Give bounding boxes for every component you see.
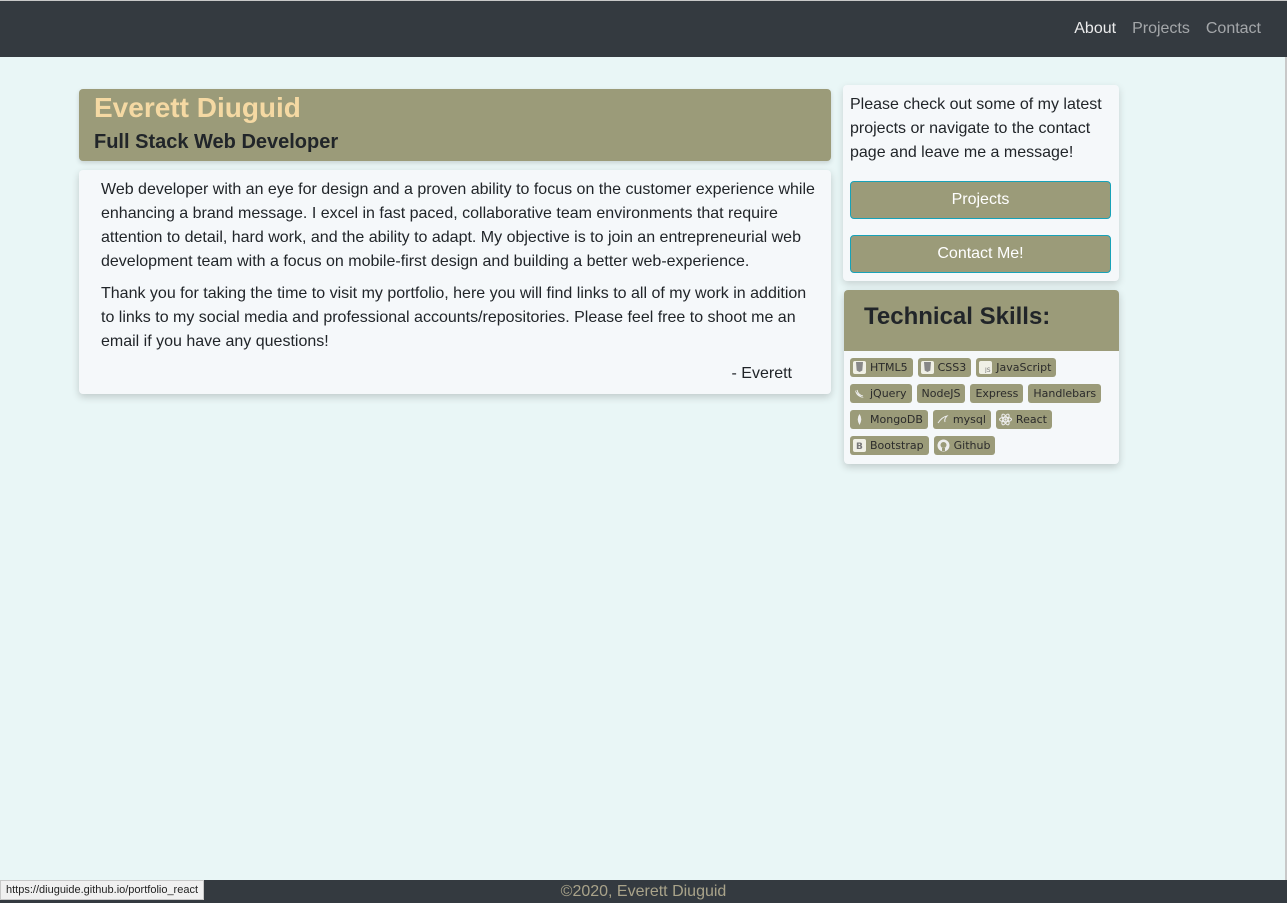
skill-badge-github: Github xyxy=(933,436,996,455)
skill-badge-css3: CSS3 xyxy=(917,358,972,377)
skill-label: Bootstrap xyxy=(870,439,924,452)
about-paragraph-1: Web developer with an eye for design and… xyxy=(101,181,815,270)
jquery-icon xyxy=(853,387,866,400)
skill-label: jQuery xyxy=(870,387,907,400)
skill-badge-jquery: jQuery xyxy=(850,384,912,403)
skill-label: React xyxy=(1015,413,1047,426)
react-icon xyxy=(998,413,1012,426)
about-card: Web developer with an eye for design and… xyxy=(79,170,831,394)
hero-name: Everett Diuguid xyxy=(94,92,301,123)
skill-badge-nodejs: NodeJS xyxy=(916,384,966,403)
skill-label: JavaScript xyxy=(996,361,1052,374)
skills-card: Technical Skills: HTML5 CSS3 JS JavaScri… xyxy=(844,290,1119,464)
projects-button[interactable]: Projects xyxy=(850,181,1111,219)
skills-header: Technical Skills: xyxy=(844,290,1119,351)
skill-label: Handlebars xyxy=(1033,387,1097,400)
mongodb-icon xyxy=(853,413,866,426)
hero-header: Everett Diuguid Full Stack Web Developer xyxy=(79,89,831,161)
mysql-icon xyxy=(936,413,949,426)
footer-text: ©2020, Everett Diuguid xyxy=(560,883,727,900)
github-icon xyxy=(937,439,950,452)
skill-badge-mysql: mysql xyxy=(932,410,991,429)
nav-link-contact[interactable]: Contact xyxy=(1206,20,1261,38)
nav-link-about[interactable]: About xyxy=(1074,20,1116,38)
skill-label: Github xyxy=(953,439,991,452)
signature: - Everett xyxy=(731,365,792,382)
css3-icon xyxy=(920,361,934,374)
svg-text:JS: JS xyxy=(984,367,991,373)
skill-label: MongoDB xyxy=(870,413,923,426)
skill-label: mysql xyxy=(952,413,986,426)
skills-list: HTML5 CSS3 JS JavaScript jQuery NodeJS E… xyxy=(844,351,1119,462)
cta-card: Please check out some of my latest proje… xyxy=(843,85,1119,281)
skill-badge-handlebars: Handlebars xyxy=(1028,384,1102,403)
navbar: About Projects Contact xyxy=(0,0,1287,57)
skill-badge-express: Express xyxy=(970,384,1024,403)
skill-badge-javascript: JS JavaScript xyxy=(976,358,1057,377)
skill-label: NodeJS xyxy=(921,387,961,400)
javascript-icon: JS xyxy=(979,361,993,374)
skill-badge-bootstrap: B Bootstrap xyxy=(850,436,929,455)
cta-text: Please check out some of my latest proje… xyxy=(850,96,1102,161)
skill-label: Express xyxy=(975,387,1019,400)
skill-badge-html5: HTML5 xyxy=(850,358,913,377)
skill-label: CSS3 xyxy=(937,361,967,374)
nav-link-projects[interactable]: Projects xyxy=(1132,20,1190,38)
skills-title: Technical Skills: xyxy=(864,303,1051,330)
about-paragraph-2: Thank you for taking the time to visit m… xyxy=(101,285,807,350)
skill-label: HTML5 xyxy=(870,361,908,374)
bootstrap-icon: B xyxy=(853,439,866,452)
html5-icon xyxy=(853,361,866,374)
skill-badge-react: React xyxy=(995,410,1052,429)
skill-badge-mongodb: MongoDB xyxy=(850,410,928,429)
status-bar-url: https://diuguide.github.io/portfolio_rea… xyxy=(0,880,205,900)
contact-me-button[interactable]: Contact Me! xyxy=(850,235,1111,273)
hero-title: Full Stack Web Developer xyxy=(94,131,339,153)
nav-links: About Projects Contact xyxy=(1074,20,1261,38)
svg-text:B: B xyxy=(856,442,863,452)
